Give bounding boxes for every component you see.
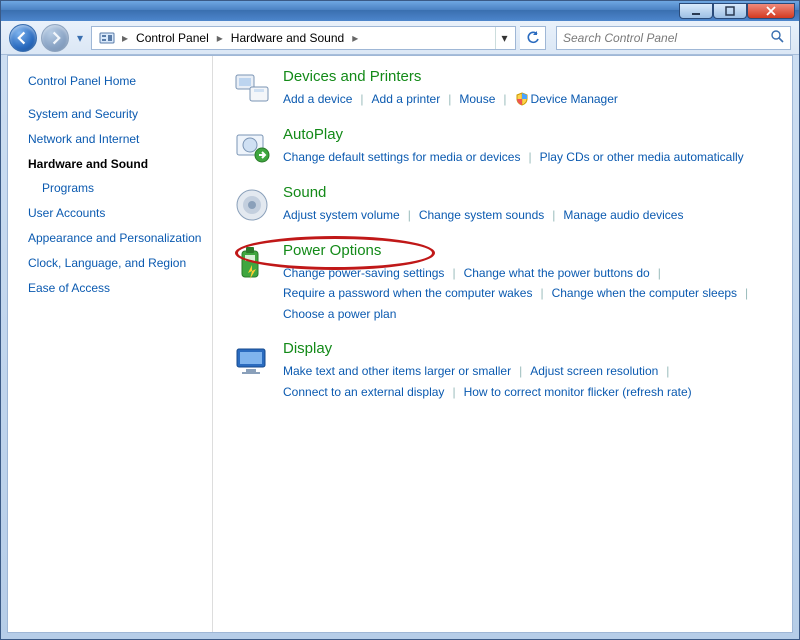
- sidebar-item-hardware-and-sound[interactable]: Hardware and Sound: [28, 156, 204, 173]
- maximize-button[interactable]: [713, 3, 747, 19]
- sidebar-home-link[interactable]: Control Panel Home: [28, 74, 204, 88]
- category-title[interactable]: Devices and Printers: [283, 68, 774, 85]
- category-links: Make text and other items larger or smal…: [283, 361, 774, 402]
- control-panel-icon: [98, 29, 116, 47]
- task-link[interactable]: Device Manager: [531, 89, 618, 109]
- task-link[interactable]: Change system sounds: [419, 205, 544, 225]
- sound-icon[interactable]: [231, 184, 273, 226]
- sidebar-item-system-and-security[interactable]: System and Security: [28, 106, 204, 123]
- category-power: Power Options Change power-saving setting…: [231, 242, 774, 324]
- category-title[interactable]: Sound: [283, 184, 774, 201]
- category-autoplay: AutoPlay Change default settings for medi…: [231, 126, 774, 168]
- sidebar: Control Panel Home System and Security Ne…: [8, 56, 213, 632]
- task-link[interactable]: Play CDs or other media automatically: [540, 147, 744, 167]
- link-separator: |: [408, 205, 411, 225]
- breadcrumb-chevron-icon[interactable]: ▸: [215, 31, 225, 45]
- category-devices-printers: Devices and Printers Add a device | Add a p…: [231, 68, 774, 110]
- task-link[interactable]: Require a password when the computer wak…: [283, 283, 532, 303]
- task-link[interactable]: Mouse: [459, 89, 495, 109]
- task-link[interactable]: Change default settings for media or dev…: [283, 147, 520, 167]
- task-link[interactable]: Add a printer: [372, 89, 441, 109]
- link-separator: |: [745, 283, 748, 303]
- devices-printers-icon[interactable]: [231, 68, 273, 110]
- link-separator: |: [360, 89, 363, 109]
- link-separator: |: [540, 283, 543, 303]
- task-link[interactable]: Make text and other items larger or smal…: [283, 361, 511, 381]
- category-links: Add a device | Add a printer | Mouse | Device …: [283, 89, 774, 109]
- nav-bar: ▾ ▸ Control Panel ▸ Hardware and Sound ▸…: [1, 21, 799, 55]
- main-panel: Devices and Printers Add a device | Add a p…: [213, 56, 792, 632]
- category-links: Adjust system volume | Change system sound…: [283, 205, 774, 225]
- task-link[interactable]: Adjust system volume: [283, 205, 400, 225]
- sidebar-item-appearance-and-personalization[interactable]: Appearance and Personalization: [28, 230, 204, 247]
- link-separator: |: [528, 147, 531, 167]
- sidebar-item-user-accounts[interactable]: User Accounts: [28, 205, 204, 222]
- link-separator: |: [552, 205, 555, 225]
- breadcrumb-bar[interactable]: ▸ Control Panel ▸ Hardware and Sound ▸ ▾: [91, 26, 516, 50]
- minimize-button[interactable]: [679, 3, 713, 19]
- sidebar-item-programs[interactable]: Programs: [42, 180, 204, 197]
- category-sound: Sound Adjust system volume | Change system …: [231, 184, 774, 226]
- title-bar: [1, 1, 799, 21]
- close-button[interactable]: [747, 3, 795, 19]
- category-links: Change default settings for media or dev…: [283, 147, 774, 167]
- breadcrumb-segment[interactable]: Control Panel: [130, 27, 215, 49]
- breadcrumb-chevron-icon[interactable]: ▸: [120, 31, 130, 45]
- link-separator: |: [658, 263, 661, 283]
- refresh-button[interactable]: [520, 26, 546, 50]
- category-title[interactable]: Display: [283, 340, 774, 357]
- content-area: Control Panel Home System and Security Ne…: [7, 55, 793, 633]
- task-link[interactable]: How to correct monitor flicker (refresh …: [464, 382, 692, 402]
- task-link[interactable]: Connect to an external display: [283, 382, 444, 402]
- category-links: Change power-saving settings|Change what…: [283, 263, 774, 324]
- task-link[interactable]: Choose a power plan: [283, 304, 396, 324]
- link-separator: |: [666, 361, 669, 381]
- sidebar-item-ease-of-access[interactable]: Ease of Access: [28, 280, 204, 297]
- shield-icon: [515, 92, 529, 106]
- task-link[interactable]: Change what the power buttons do: [464, 263, 650, 283]
- window-controls: [679, 1, 795, 21]
- search-placeholder: Search Control Panel: [563, 31, 677, 45]
- link-separator: |: [448, 89, 451, 109]
- search-icon: [770, 29, 784, 46]
- breadcrumb-dropdown[interactable]: ▾: [495, 27, 513, 49]
- nav-history-dropdown[interactable]: ▾: [73, 27, 87, 49]
- link-separator: |: [503, 89, 506, 109]
- autoplay-icon[interactable]: [231, 126, 273, 168]
- link-separator: |: [452, 382, 455, 402]
- category-title[interactable]: Power Options: [283, 242, 774, 259]
- sidebar-item-clock-language-and-region[interactable]: Clock, Language, and Region: [28, 255, 204, 272]
- sidebar-item-network-and-internet[interactable]: Network and Internet: [28, 131, 204, 148]
- breadcrumb-segment[interactable]: Hardware and Sound: [225, 27, 350, 49]
- link-separator: |: [519, 361, 522, 381]
- window: ▾ ▸ Control Panel ▸ Hardware and Sound ▸…: [0, 0, 800, 640]
- task-link[interactable]: Change power-saving settings: [283, 263, 444, 283]
- task-link[interactable]: Add a device: [283, 89, 352, 109]
- display-icon[interactable]: [231, 340, 273, 382]
- power-icon[interactable]: [231, 242, 273, 284]
- category-title[interactable]: AutoPlay: [283, 126, 774, 143]
- forward-button[interactable]: [41, 24, 69, 52]
- link-separator: |: [452, 263, 455, 283]
- category-display: Display Make text and other items larger …: [231, 340, 774, 402]
- search-input[interactable]: Search Control Panel: [556, 26, 791, 50]
- back-button[interactable]: [9, 24, 37, 52]
- task-link[interactable]: Change when the computer sleeps: [552, 283, 737, 303]
- task-link[interactable]: Manage audio devices: [563, 205, 683, 225]
- task-link[interactable]: Adjust screen resolution: [530, 361, 658, 381]
- breadcrumb-chevron-icon[interactable]: ▸: [350, 31, 360, 45]
